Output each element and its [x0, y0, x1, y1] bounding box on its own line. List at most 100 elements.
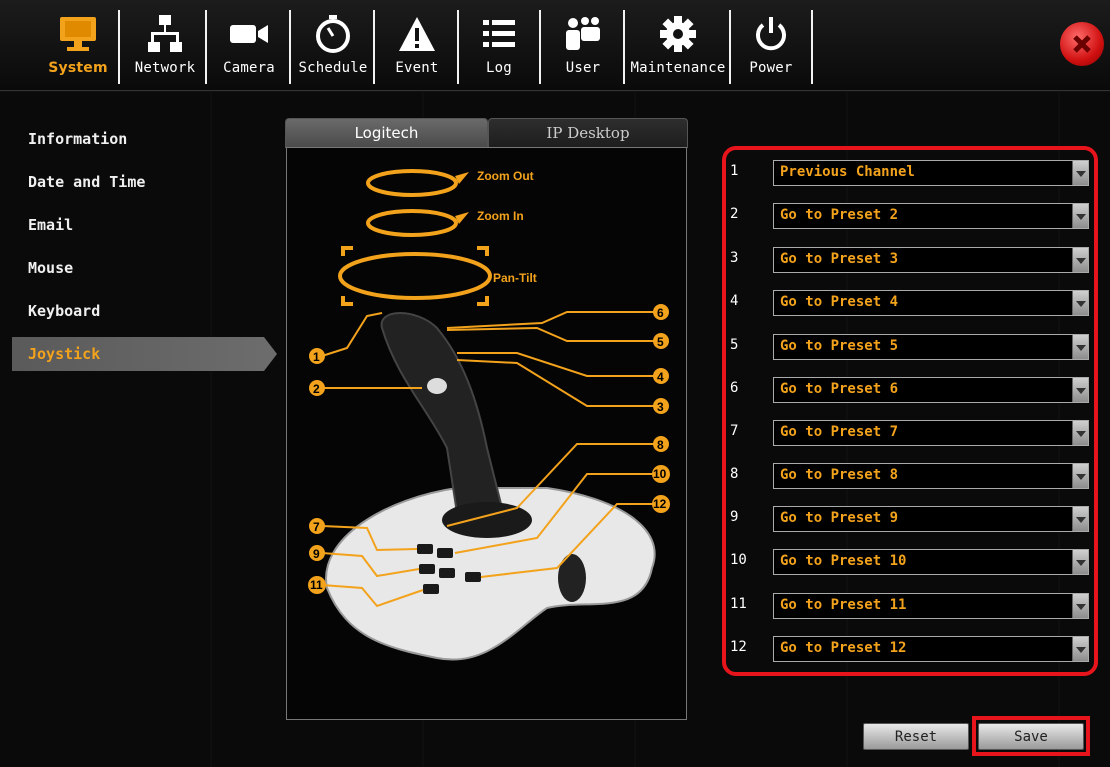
toolbar-label: Power — [749, 60, 793, 76]
mapping-row: 3 Go to Preset 3 — [730, 247, 1092, 275]
toolbar-label: User — [565, 60, 601, 76]
mapping-row: 10 Go to Preset 10 — [730, 549, 1092, 577]
close-icon[interactable] — [1060, 22, 1104, 66]
chevron-down-icon[interactable] — [1072, 637, 1088, 661]
network-icon — [143, 14, 187, 54]
mapping-select-12[interactable]: Go to Preset 12 — [773, 636, 1089, 662]
mapping-number: 11 — [730, 596, 747, 612]
marker-11: 11 — [310, 578, 323, 592]
mapping-row: 7 Go to Preset 7 — [730, 420, 1092, 448]
mapping-select-7[interactable]: Go to Preset 7 — [773, 420, 1089, 446]
mapping-value: Go to Preset 2 — [780, 207, 899, 223]
marker-5: 5 — [657, 335, 664, 349]
mapping-value: Go to Preset 12 — [780, 640, 907, 656]
mapping-number: 6 — [730, 380, 739, 396]
mapping-row: 6 Go to Preset 6 — [730, 377, 1092, 405]
chevron-down-icon[interactable] — [1072, 421, 1088, 445]
marker-9: 9 — [313, 547, 320, 561]
mapping-row: 5 Go to Preset 5 — [730, 334, 1092, 362]
mapping-select-2[interactable]: Go to Preset 2 — [773, 203, 1089, 229]
mapping-select-1[interactable]: Previous Channel — [773, 160, 1089, 186]
chevron-down-icon[interactable] — [1072, 248, 1088, 272]
marker-6: 6 — [657, 306, 664, 320]
sidebar-item-joystick[interactable]: Joystick — [12, 337, 277, 371]
save-button[interactable]: Save — [978, 723, 1084, 750]
gear-icon — [656, 14, 700, 54]
joystick-diagram-panel: Zoom Out Zoom In Pan-Tilt 1 2 3 4 5 6 7 … — [286, 147, 687, 720]
toolbar-item-user[interactable]: User — [543, 10, 625, 84]
toolbar-item-system[interactable]: System — [38, 10, 120, 84]
mapping-number: 4 — [730, 293, 739, 309]
monitor-icon — [56, 14, 100, 54]
power-icon — [749, 14, 793, 54]
chevron-down-icon[interactable] — [1072, 335, 1088, 359]
mapping-number: 5 — [730, 337, 739, 353]
mapping-select-8[interactable]: Go to Preset 8 — [773, 463, 1089, 489]
mapping-value: Go to Preset 4 — [780, 294, 899, 310]
toolbar-item-power[interactable]: Power — [731, 10, 813, 84]
sidebar-item-email[interactable]: Email — [12, 204, 277, 247]
mapping-row: 12 Go to Preset 12 — [730, 636, 1092, 664]
mapping-number: 3 — [730, 250, 739, 266]
toolbar-item-schedule[interactable]: Schedule — [293, 10, 375, 84]
mapping-select-6[interactable]: Go to Preset 6 — [773, 377, 1089, 403]
mapping-select-10[interactable]: Go to Preset 10 — [773, 549, 1089, 575]
list-icon — [477, 14, 521, 54]
chevron-down-icon[interactable] — [1072, 378, 1088, 402]
mapping-number: 8 — [730, 466, 739, 482]
marker-3: 3 — [657, 400, 664, 414]
chevron-down-icon[interactable] — [1072, 550, 1088, 574]
mapping-value: Previous Channel — [780, 164, 915, 180]
marker-7: 7 — [313, 520, 320, 534]
joystick-diagram: Zoom Out Zoom In Pan-Tilt 1 2 3 4 5 6 7 … — [308, 169, 670, 661]
zoom-in-label: Zoom In — [477, 209, 524, 223]
toolbar-item-event[interactable]: Event — [377, 10, 459, 84]
warning-icon — [395, 14, 439, 54]
sidebar-item-keyboard[interactable]: Keyboard — [12, 290, 277, 333]
sidebar-item-information[interactable]: Information — [12, 118, 277, 161]
mapping-value: Go to Preset 5 — [780, 338, 899, 354]
mapping-value: Go to Preset 6 — [780, 381, 899, 397]
toolbar-label: Network — [134, 60, 196, 76]
mapping-select-11[interactable]: Go to Preset 11 — [773, 593, 1089, 619]
pan-tilt-label: Pan-Tilt — [493, 271, 537, 285]
mapping-row: 11 Go to Preset 11 — [730, 593, 1092, 621]
top-toolbar: System Network Camera Schedule Event Log — [0, 0, 1110, 91]
marker-8: 8 — [657, 438, 664, 452]
mapping-select-9[interactable]: Go to Preset 9 — [773, 506, 1089, 532]
mapping-select-3[interactable]: Go to Preset 3 — [773, 247, 1089, 273]
toolbar-label: Camera — [223, 60, 275, 76]
mapping-row: 9 Go to Preset 9 — [730, 506, 1092, 534]
chevron-down-icon[interactable] — [1072, 161, 1088, 185]
chevron-down-icon[interactable] — [1072, 464, 1088, 488]
toolbar-item-network[interactable]: Network — [125, 10, 207, 84]
mapping-select-4[interactable]: Go to Preset 4 — [773, 290, 1089, 316]
toolbar-item-maintenance[interactable]: Maintenance — [627, 10, 731, 84]
marker-4: 4 — [657, 370, 664, 384]
mapping-value: Go to Preset 8 — [780, 467, 899, 483]
users-icon — [561, 14, 605, 54]
sidebar-item-mouse[interactable]: Mouse — [12, 247, 277, 290]
chevron-down-icon[interactable] — [1072, 594, 1088, 618]
stopwatch-icon — [311, 14, 355, 54]
toolbar-item-log[interactable]: Log — [459, 10, 541, 84]
marker-10: 10 — [653, 467, 667, 481]
mapping-value: Go to Preset 9 — [780, 510, 899, 526]
mapping-value: Go to Preset 11 — [780, 597, 907, 613]
marker-12: 12 — [653, 497, 667, 511]
joystick-button-2 — [427, 378, 447, 394]
tab-ip-desktop[interactable]: IP Desktop — [488, 118, 688, 148]
tab-logitech[interactable]: Logitech — [285, 118, 488, 148]
mapping-select-5[interactable]: Go to Preset 5 — [773, 334, 1089, 360]
mapping-row: 8 Go to Preset 8 — [730, 463, 1092, 491]
mapping-number: 1 — [730, 163, 739, 179]
chevron-down-icon[interactable] — [1072, 291, 1088, 315]
camera-icon — [227, 14, 271, 54]
reset-button[interactable]: Reset — [863, 723, 969, 750]
toolbar-label: System — [48, 60, 108, 76]
marker-2: 2 — [313, 382, 320, 396]
sidebar-item-date-and-time[interactable]: Date and Time — [12, 161, 277, 204]
chevron-down-icon[interactable] — [1072, 204, 1088, 228]
toolbar-item-camera[interactable]: Camera — [209, 10, 291, 84]
chevron-down-icon[interactable] — [1072, 507, 1088, 531]
